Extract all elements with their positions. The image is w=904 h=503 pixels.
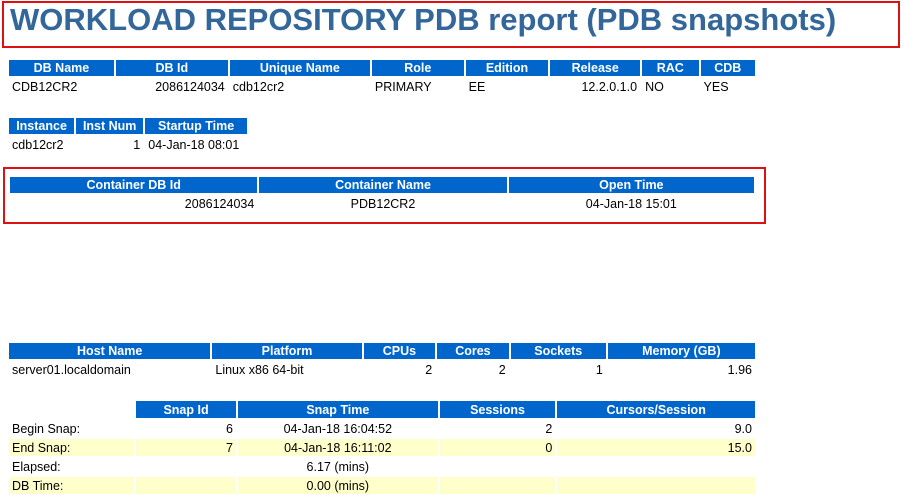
- col-cdb: CDB: [700, 60, 755, 76]
- container-db-id-value: 2086124034: [184, 196, 255, 211]
- col-container-db-id: Container DB Id: [10, 177, 258, 193]
- open-time-value: 04-Jan-18 15:01: [585, 196, 677, 211]
- col-role: Role: [371, 60, 464, 76]
- sessions-value: 0: [439, 439, 556, 456]
- unique-name-value: cdb12cr2: [232, 79, 285, 94]
- sessions-value: [440, 458, 556, 475]
- title-highlight-box: [2, 1, 900, 48]
- startup-time-value: 04-Jan-18 08:01: [148, 137, 240, 152]
- container-name-value: PDB12CR2: [350, 196, 416, 211]
- col-instance: Instance: [9, 118, 75, 134]
- col-platform: Platform: [212, 343, 362, 359]
- col-sockets: Sockets: [510, 343, 606, 359]
- container-table: Container DB Id Container Name Open Time…: [8, 175, 756, 214]
- host-table: Host Name Platform CPUs Cores Sockets Me…: [7, 341, 757, 380]
- cores-value: 2: [498, 362, 506, 377]
- col-release: Release: [550, 60, 641, 76]
- release-value: 12.2.0.1.0: [581, 79, 638, 94]
- cursors-session-value: 9.0: [734, 421, 752, 436]
- edition-value: EE: [468, 79, 486, 94]
- snap-id-value: 6: [226, 421, 233, 436]
- row-label: End Snap:: [9, 439, 135, 456]
- platform-value: Linux x86 64-bit: [215, 362, 304, 377]
- snap-time-value: 04-Jan-18 16:04:52: [283, 421, 393, 436]
- col-edition: Edition: [465, 60, 549, 76]
- col-rac: RAC: [642, 60, 699, 76]
- sessions-value: 2: [545, 421, 553, 436]
- col-cursors-session: Cursors/Session: [557, 401, 755, 418]
- col-startup-time: Startup Time: [145, 118, 247, 134]
- cpus-value: 2: [425, 362, 433, 377]
- row-label: Elapsed:: [12, 459, 61, 474]
- rac-value: NO: [645, 79, 664, 94]
- col-snap-time: Snap Time: [237, 401, 438, 418]
- db-info-table: DB Name DB Id Unique Name Role Edition R…: [7, 58, 757, 97]
- col-unique-name: Unique Name: [229, 60, 370, 76]
- snap-time-value: 0.00 (mins): [237, 477, 438, 494]
- table-row: CDB12CR2 2086124034 cdb12cr2 PRIMARY EE …: [9, 78, 755, 95]
- col-host-name: Host Name: [9, 343, 211, 359]
- table-row: Elapsed: 6.17 (mins): [9, 458, 755, 475]
- col-container-name: Container Name: [259, 177, 507, 193]
- snap-time-value: 6.17 (mins): [306, 459, 370, 474]
- cursors-session-value: 15.0: [557, 439, 755, 456]
- col-db-id: DB Id: [115, 60, 228, 76]
- cdb-value: YES: [703, 79, 729, 94]
- col-sessions: Sessions: [439, 401, 556, 418]
- snap-id-value: 7: [136, 439, 236, 456]
- col-inst-num: Inst Num: [76, 118, 144, 134]
- instance-table: Instance Inst Num Startup Time cdb12cr2 …: [7, 116, 249, 155]
- role-value: PRIMARY: [374, 79, 432, 94]
- db-name-value: CDB12CR2: [12, 79, 78, 94]
- table-row: End Snap: 7 04-Jan-18 16:11:02 0 15.0: [9, 439, 755, 456]
- table-row: server01.localdomain Linux x86 64-bit 2 …: [9, 361, 755, 378]
- snap-id-value: [136, 477, 236, 494]
- col-snap-id: Snap Id: [136, 401, 236, 418]
- col-db-name: DB Name: [9, 60, 114, 76]
- col-memory: Memory (GB): [607, 343, 755, 359]
- memory-value: 1.96: [727, 362, 752, 377]
- inst-num-value: 1: [133, 137, 141, 152]
- snap-time-value: 04-Jan-18 16:11:02: [237, 439, 438, 456]
- instance-value: cdb12cr2: [12, 137, 64, 152]
- snap-header-blank: [9, 401, 135, 418]
- row-label: Begin Snap:: [12, 421, 81, 436]
- table-row: cdb12cr2 1 04-Jan-18 08:01: [9, 136, 247, 153]
- snap-id-value: [136, 458, 236, 475]
- col-open-time: Open Time: [508, 177, 754, 193]
- db-id-value: 2086124034: [155, 79, 225, 94]
- col-cpus: CPUs: [363, 343, 436, 359]
- row-label: DB Time:: [9, 477, 135, 494]
- snap-table: Snap Id Snap Time Sessions Cursors/Sessi…: [7, 399, 757, 496]
- col-cores: Cores: [437, 343, 509, 359]
- cursors-session-value: [557, 477, 755, 494]
- host-name-value: server01.localdomain: [12, 362, 131, 377]
- table-row: Begin Snap: 6 04-Jan-18 16:04:52 2 9.0: [9, 420, 755, 437]
- sessions-value: [439, 477, 556, 494]
- table-row: 2086124034 PDB12CR2 04-Jan-18 15:01: [10, 195, 754, 212]
- table-row: DB Time: 0.00 (mins): [9, 477, 755, 494]
- cursors-session-value: [557, 458, 755, 475]
- sockets-value: 1: [595, 362, 603, 377]
